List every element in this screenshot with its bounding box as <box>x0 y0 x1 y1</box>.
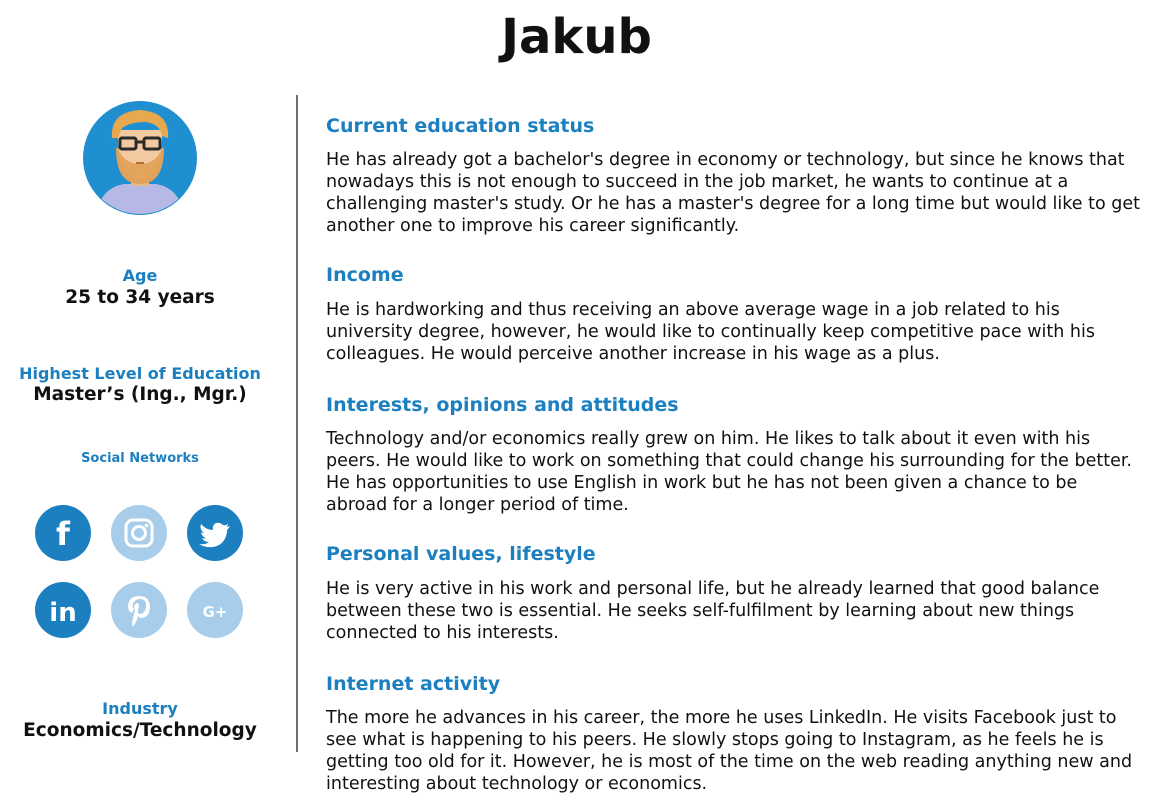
google-plus-icon[interactable]: G+ <box>187 582 243 638</box>
instagram-icon[interactable] <box>111 505 167 561</box>
pinterest-icon[interactable] <box>111 582 167 638</box>
linkedin-icon[interactable]: in <box>35 582 91 638</box>
education-value: Master’s (Ing., Mgr.) <box>33 384 247 405</box>
industry-label: Industry <box>102 699 178 718</box>
avatar <box>82 100 198 216</box>
svg-text:in: in <box>49 598 76 628</box>
column-divider <box>296 95 298 752</box>
industry-value: Economics/Technology <box>23 720 257 741</box>
svg-text:G+: G+ <box>203 603 228 621</box>
social-networks-label: Social Networks <box>81 451 199 466</box>
section-text: The more he advances in his career, the … <box>326 708 1133 794</box>
avatar-illustration <box>83 101 197 215</box>
section-text: He is very active in his work and person… <box>326 579 1100 643</box>
section-heading: Interests, opinions and attitudes <box>326 394 679 416</box>
facebook-icon[interactable]: f <box>35 505 91 561</box>
age-value: 25 to 34 years <box>65 287 215 308</box>
education-label: Highest Level of Education <box>19 364 261 383</box>
svg-text:f: f <box>56 515 71 553</box>
section-text: Technology and/or economics really grew … <box>326 429 1132 515</box>
age-label: Age <box>122 266 158 285</box>
twitter-icon[interactable] <box>187 505 243 561</box>
persona-sidebar: Age 25 to 34 years Highest Level of Educ… <box>0 0 280 794</box>
section-heading: Current education status <box>326 115 595 137</box>
section-heading: Internet activity <box>326 673 501 695</box>
section-text: He is hardworking and thus receiving an … <box>326 300 1095 364</box>
section-text: He has already got a bachelor's degree i… <box>326 150 1140 236</box>
section-heading: Personal values, lifestyle <box>326 543 596 565</box>
section-heading: Income <box>326 264 404 286</box>
